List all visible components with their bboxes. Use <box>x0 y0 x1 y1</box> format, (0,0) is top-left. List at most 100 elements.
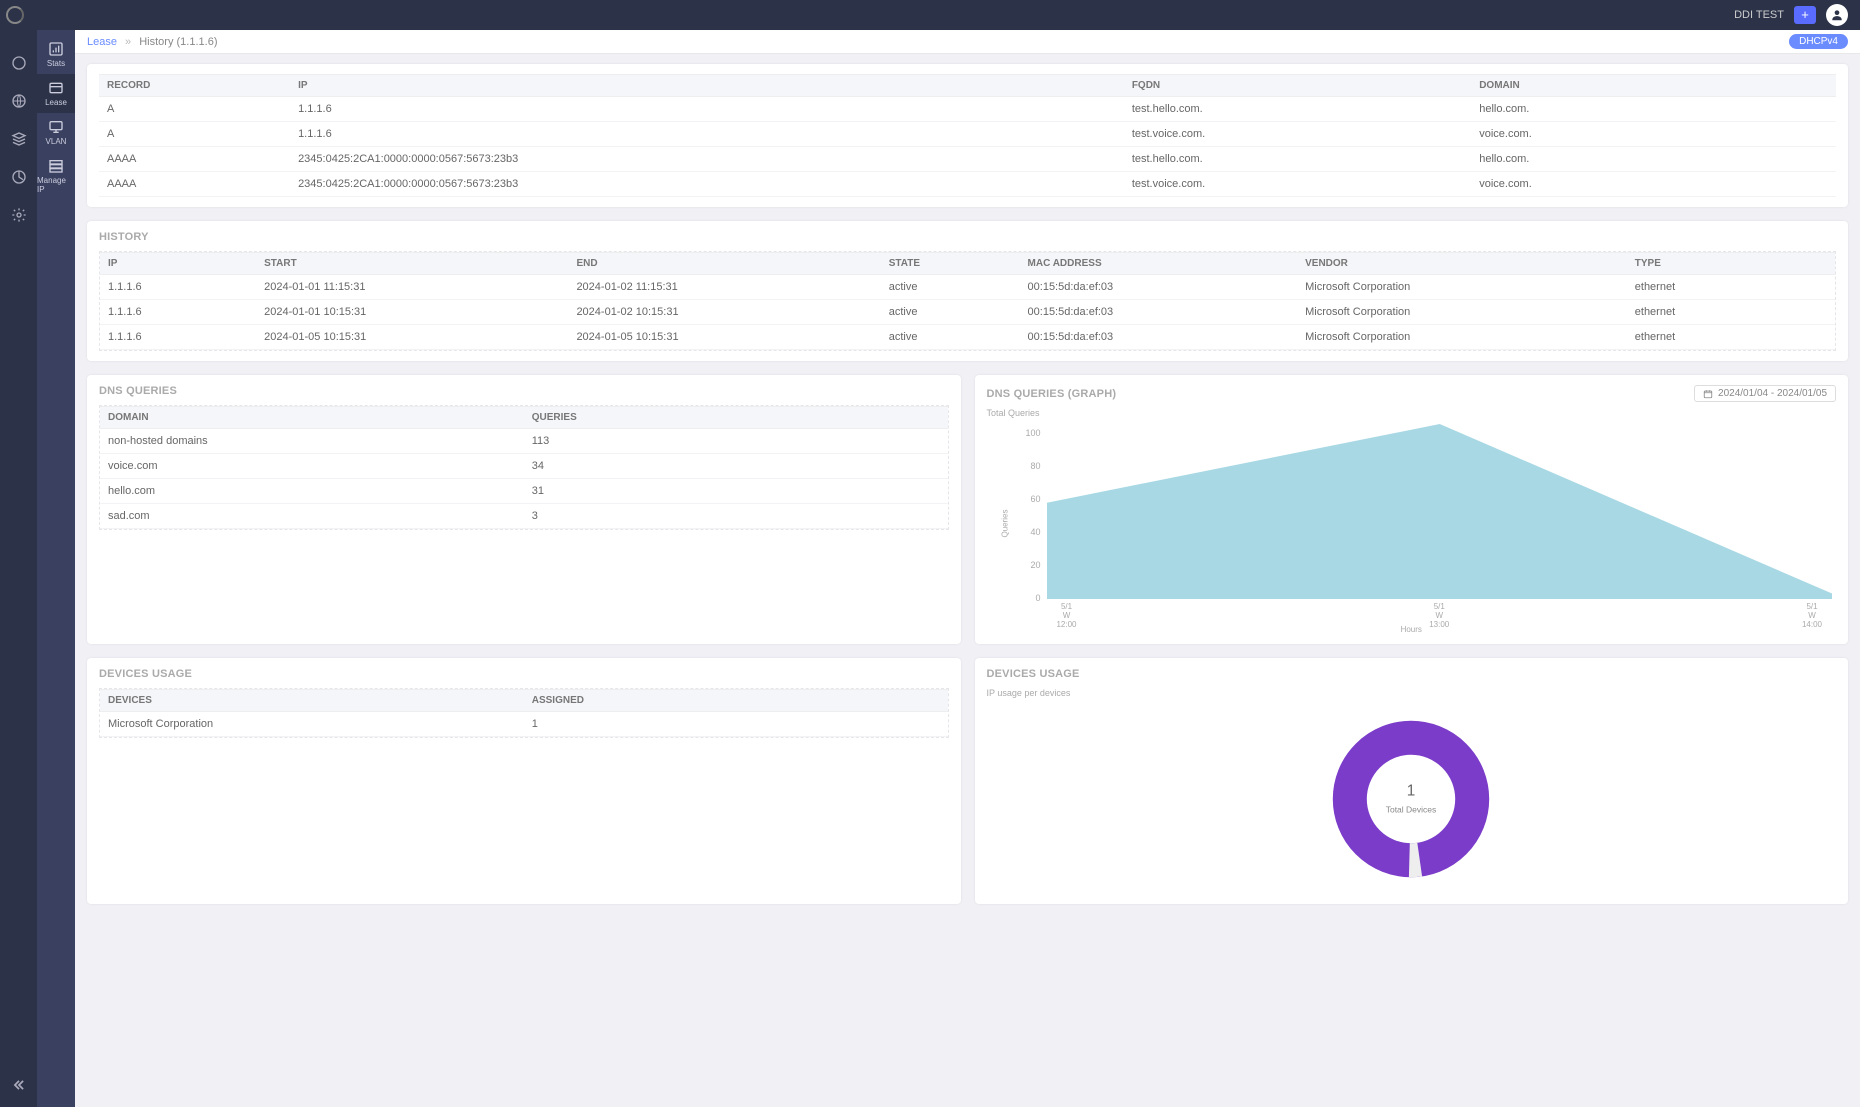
user-avatar[interactable] <box>1826 4 1848 26</box>
topbar-left <box>6 6 24 24</box>
table-cell: voice.com <box>100 454 524 479</box>
table-cell: test.hello.com. <box>1124 97 1471 122</box>
col-header: END <box>568 253 880 275</box>
breadcrumb-current: History (1.1.1.6) <box>139 36 217 48</box>
subnav-vlan[interactable]: VLAN <box>37 113 75 152</box>
donut-svg: 1 Total Devices <box>1326 714 1496 884</box>
col-header: RECORD <box>99 75 290 97</box>
table-row[interactable]: sad.com3 <box>100 504 948 529</box>
table-cell: Microsoft Corporation <box>100 712 524 737</box>
workspace-name: DDI TEST <box>1734 9 1784 21</box>
dhcp-badge: DHCPv4 <box>1789 34 1848 49</box>
sub-nav: Stats Lease VLAN Manage IP <box>37 30 75 1107</box>
globe-icon[interactable] <box>11 93 27 109</box>
dns-graph-subtitle: Total Queries <box>987 408 1837 418</box>
subnav-label: Stats <box>47 59 65 68</box>
history-table: IPSTARTENDSTATEMAC ADDRESSVENDORTYPE 1.1… <box>100 252 1835 350</box>
devices-left-panel: DEVICES USAGE DEVICESASSIGNED Microsoft … <box>87 658 961 904</box>
subnav-label: Lease <box>45 98 67 107</box>
col-header: VENDOR <box>1297 253 1627 275</box>
history-panel: HISTORY IPSTARTENDSTATEMAC ADDRESSVENDOR… <box>87 221 1848 361</box>
subnav-lease[interactable]: Lease <box>37 74 75 113</box>
table-cell: voice.com. <box>1471 172 1836 197</box>
table-row[interactable]: 1.1.1.62024-01-01 10:15:312024-01-02 10:… <box>100 300 1835 325</box>
table-row[interactable]: 1.1.1.62024-01-05 10:15:312024-01-05 10:… <box>100 325 1835 350</box>
devices-right-panel: DEVICES USAGE IP usage per devices 1 Tot… <box>975 658 1849 904</box>
table-cell: sad.com <box>100 504 524 529</box>
user-icon <box>1830 8 1844 22</box>
table-row[interactable]: A1.1.1.6test.voice.com.voice.com. <box>99 122 1836 147</box>
table-cell: ethernet <box>1627 300 1835 325</box>
col-header: QUERIES <box>524 407 948 429</box>
table-cell: A <box>99 97 290 122</box>
records-table: RECORDIPFQDNDOMAIN A1.1.1.6test.hello.co… <box>99 74 1836 197</box>
gauge-icon[interactable] <box>11 55 27 71</box>
col-header: DEVICES <box>100 690 524 712</box>
breadcrumb-root-link[interactable]: Lease <box>87 36 117 48</box>
top-bar: DDI TEST + <box>0 0 1860 30</box>
table-cell: 113 <box>524 429 948 454</box>
table-cell: active <box>881 325 1020 350</box>
col-header: IP <box>290 75 1124 97</box>
table-cell: 1.1.1.6 <box>290 97 1124 122</box>
table-row[interactable]: AAAA2345:0425:2CA1:0000:0000:0567:5673:2… <box>99 172 1836 197</box>
lease-icon <box>48 80 64 96</box>
date-range-label: 2024/01/04 - 2024/01/05 <box>1718 388 1827 399</box>
subnav-label: Manage IP <box>37 176 75 194</box>
table-cell: test.hello.com. <box>1124 147 1471 172</box>
table-cell: 2024-01-01 11:15:31 <box>256 275 568 300</box>
subnav-stats[interactable]: Stats <box>37 35 75 74</box>
table-cell: 00:15:5d:da:ef:03 <box>1020 300 1298 325</box>
col-header: TYPE <box>1627 253 1835 275</box>
main-content: Lease » History (1.1.1.6) DHCPv4 RECORDI… <box>75 30 1860 1107</box>
table-cell: ethernet <box>1627 325 1835 350</box>
ytick: 100 <box>1015 428 1041 438</box>
ytick: 60 <box>1015 494 1041 504</box>
add-workspace-button[interactable]: + <box>1794 6 1816 24</box>
table-row[interactable]: Microsoft Corporation1 <box>100 712 948 737</box>
table-row[interactable]: hello.com31 <box>100 479 948 504</box>
table-row[interactable]: A1.1.1.6test.hello.com.hello.com. <box>99 97 1836 122</box>
subnav-label: VLAN <box>46 137 67 146</box>
table-cell: AAAA <box>99 172 290 197</box>
breadcrumb: Lease » History (1.1.1.6) <box>87 36 217 48</box>
table-cell: 2345:0425:2CA1:0000:0000:0567:5673:23b3 <box>290 172 1124 197</box>
date-range-picker[interactable]: 2024/01/04 - 2024/01/05 <box>1694 385 1836 402</box>
calendar-icon <box>1703 389 1713 399</box>
col-header: START <box>256 253 568 275</box>
chart-icon[interactable] <box>11 169 27 185</box>
devices-left-title: DEVICES USAGE <box>99 668 949 680</box>
col-header: IP <box>100 253 256 275</box>
table-cell: 1.1.1.6 <box>100 325 256 350</box>
donut-label: Total Devices <box>1386 805 1437 815</box>
table-cell: active <box>881 275 1020 300</box>
table-row[interactable]: 1.1.1.62024-01-01 11:15:312024-01-02 11:… <box>100 275 1835 300</box>
devices-right-subtitle: IP usage per devices <box>987 688 1837 698</box>
table-row[interactable]: voice.com34 <box>100 454 948 479</box>
subnav-manage-ip[interactable]: Manage IP <box>37 152 75 200</box>
stats-icon <box>48 41 64 57</box>
table-cell: 2024-01-02 11:15:31 <box>568 275 880 300</box>
dns-graph-panel: DNS QUERIES (GRAPH) 2024/01/04 - 2024/01… <box>975 375 1849 644</box>
vlan-icon <box>48 119 64 135</box>
collapse-rail-button[interactable] <box>12 1078 26 1095</box>
table-cell: 1 <box>524 712 948 737</box>
table-cell: hello.com <box>100 479 524 504</box>
main-rail <box>0 30 37 1107</box>
gear-icon[interactable] <box>11 207 27 223</box>
app-logo-icon <box>6 6 24 24</box>
table-row[interactable]: non-hosted domains113 <box>100 429 948 454</box>
table-cell: 1.1.1.6 <box>290 122 1124 147</box>
layers-icon[interactable] <box>11 131 27 147</box>
table-cell: test.voice.com. <box>1124 172 1471 197</box>
ytick: 80 <box>1015 461 1041 471</box>
chart-xlabel: Hours <box>987 625 1837 634</box>
table-cell: 00:15:5d:da:ef:03 <box>1020 325 1298 350</box>
table-cell: A <box>99 122 290 147</box>
table-cell: non-hosted domains <box>100 429 524 454</box>
table-cell: test.voice.com. <box>1124 122 1471 147</box>
col-header: FQDN <box>1124 75 1471 97</box>
table-row[interactable]: AAAA2345:0425:2CA1:0000:0000:0567:5673:2… <box>99 147 1836 172</box>
dns-queries-panel: DNS QUERIES DOMAINQUERIES non-hosted dom… <box>87 375 961 644</box>
table-cell: 2345:0425:2CA1:0000:0000:0567:5673:23b3 <box>290 147 1124 172</box>
